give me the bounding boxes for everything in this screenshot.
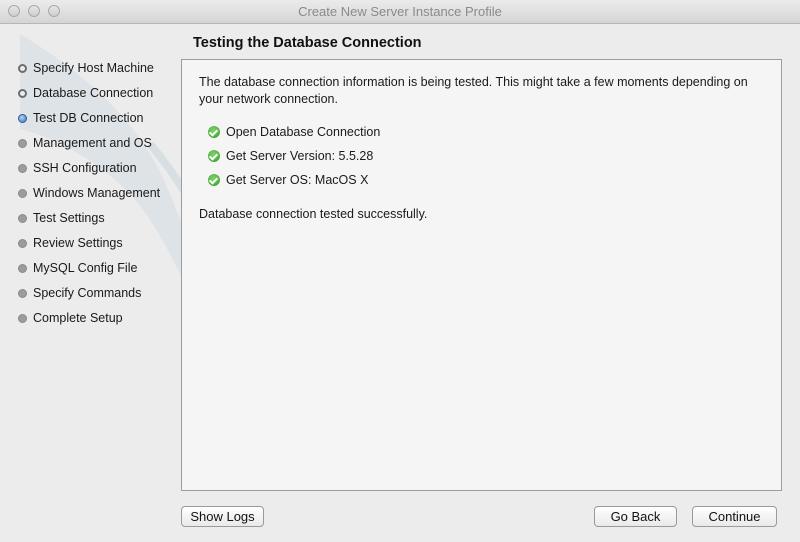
page-title: Testing the Database Connection — [193, 35, 422, 51]
step-current-icon — [18, 114, 27, 123]
step-windows-management: Windows Management — [0, 183, 178, 208]
step-complete-setup: Complete Setup — [0, 308, 178, 333]
result-message: Database connection tested successfully. — [199, 207, 428, 221]
title-bar: Create New Server Instance Profile — [0, 0, 800, 24]
window-title: Create New Server Instance Profile — [298, 4, 502, 19]
content-panel: The database connection information is b… — [181, 59, 782, 491]
step-management-and-os: Management and OS — [0, 133, 178, 158]
task-label: Open Database Connection — [226, 125, 381, 139]
step-mysql-config-file: MySQL Config File — [0, 258, 178, 283]
step-database-connection: Database Connection — [0, 83, 178, 108]
step-label: Database Connection — [33, 86, 154, 100]
step-pending-icon — [18, 239, 27, 248]
step-test-db-connection: Test DB Connection — [0, 108, 178, 133]
step-pending-icon — [18, 164, 27, 173]
check-circle-icon — [208, 174, 220, 186]
step-label: Windows Management — [33, 186, 161, 200]
check-circle-icon — [208, 126, 220, 138]
intro-text: The database connection information is b… — [199, 75, 748, 106]
task-label: Get Server Version: 5.5.28 — [226, 149, 374, 163]
step-label: Specify Host Machine — [33, 61, 154, 75]
step-label: Test Settings — [33, 211, 105, 225]
step-pending-icon — [18, 314, 27, 323]
step-label: Specify Commands — [33, 286, 142, 300]
task-get-server-version: Get Server Version: 5.5.28 — [208, 147, 373, 165]
wizard-window: Create New Server Instance Profile Speci… — [0, 0, 800, 542]
step-pending-icon — [18, 139, 27, 148]
step-label: Complete Setup — [33, 311, 123, 325]
check-circle-icon — [208, 150, 220, 162]
step-label: Review Settings — [33, 236, 123, 250]
step-pending-icon — [18, 264, 27, 273]
step-done-icon — [18, 64, 27, 73]
step-label: Test DB Connection — [33, 111, 144, 125]
step-label: MySQL Config File — [33, 261, 138, 275]
step-review-settings: Review Settings — [0, 233, 178, 258]
task-open-database-connection: Open Database Connection — [208, 123, 380, 141]
show-logs-button[interactable]: Show Logs — [181, 506, 264, 527]
step-specify-host-machine: Specify Host Machine — [0, 58, 178, 83]
go-back-button[interactable]: Go Back — [594, 506, 677, 527]
step-pending-icon — [18, 214, 27, 223]
step-pending-icon — [18, 189, 27, 198]
step-specify-commands: Specify Commands — [0, 283, 178, 308]
step-test-settings: Test Settings — [0, 208, 178, 233]
step-label: Management and OS — [33, 136, 152, 150]
continue-button[interactable]: Continue — [692, 506, 777, 527]
task-label: Get Server OS: MacOS X — [226, 173, 369, 187]
step-done-icon — [18, 89, 27, 98]
wizard-steps: Specify Host Machine Database Connection… — [0, 58, 178, 333]
step-label: SSH Configuration — [33, 161, 137, 175]
step-ssh-configuration: SSH Configuration — [0, 158, 178, 183]
step-pending-icon — [18, 289, 27, 298]
task-get-server-os: Get Server OS: MacOS X — [208, 171, 368, 189]
